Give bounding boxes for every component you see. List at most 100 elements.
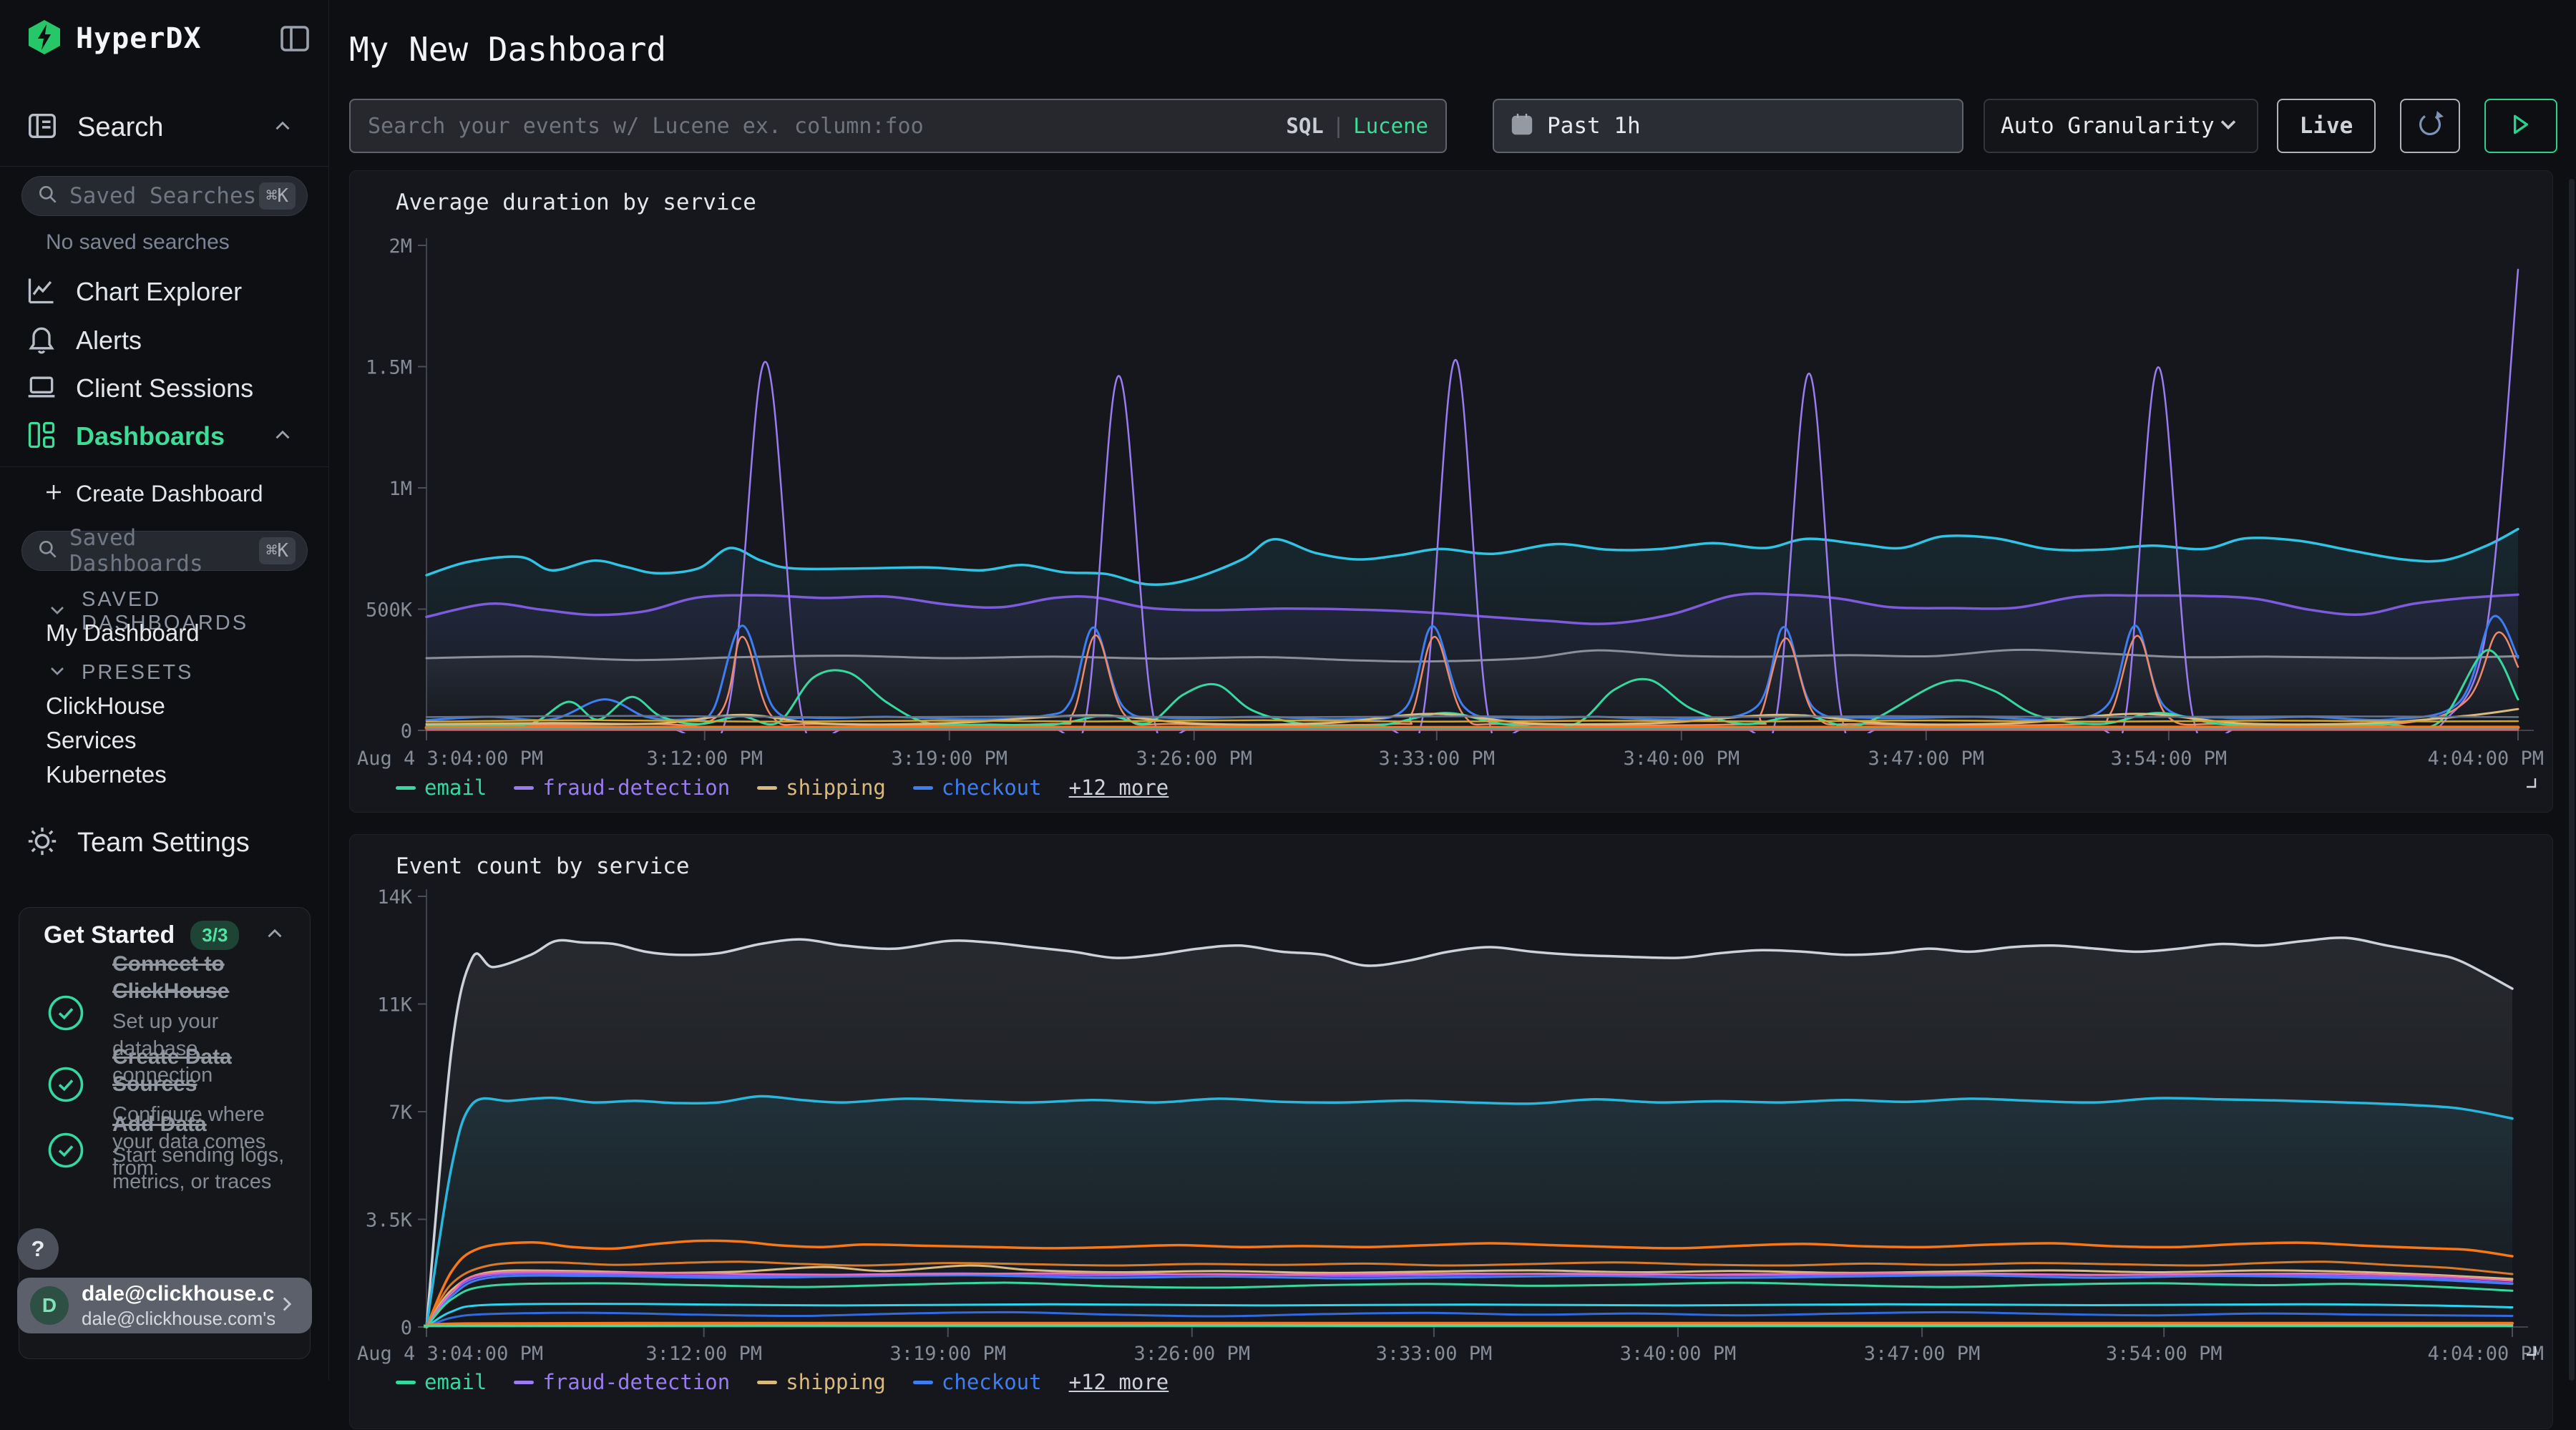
get-started-title: Get Started (44, 921, 175, 949)
event-search-input[interactable]: Search your events w/ Lucene ex. column:… (349, 99, 1447, 153)
svg-text:3:54:00 PM: 3:54:00 PM (2106, 1343, 2223, 1365)
refresh-icon (2414, 109, 2446, 143)
create-dashboard-label: Create Dashboard (76, 481, 263, 507)
refresh-button[interactable] (2400, 99, 2460, 153)
legend-label: shipping (786, 1370, 886, 1394)
sidebar-item-my-dashboard[interactable]: My Dashboard (46, 619, 200, 647)
legend-label: checkout (942, 775, 1042, 800)
chevron-down-icon (46, 660, 69, 686)
check-circle-icon (47, 994, 85, 1036)
chart-panel-event-count: 14K11K7K3.5K0Aug 4 3:04:00 PM3:12:00 PM3… (349, 834, 2553, 1429)
legend-label: shipping (786, 775, 886, 800)
checklist-item-title: Create Data Sources (112, 1044, 291, 1097)
legend-item-shipping[interactable]: shipping (757, 775, 886, 800)
sidebar-item-clickhouse[interactable]: ClickHouse (46, 692, 165, 720)
resize-handle-icon[interactable] (2525, 777, 2537, 792)
chevron-up-icon[interactable] (270, 423, 295, 451)
sidebar-item-chart-explorer[interactable]: Chart Explorer (26, 272, 312, 312)
brand-name: HyperDX (76, 22, 202, 55)
sidebar-item-client-sessions[interactable]: Client Sessions (26, 368, 312, 408)
svg-text:0: 0 (401, 1317, 412, 1339)
saved-dashboards-placeholder: Saved Dashboards (69, 525, 259, 577)
line-chart[interactable]: 2M1.5M1M500K0Aug 4 3:04:00 PM3:12:00 PM3… (350, 171, 2554, 813)
legend-more-link[interactable]: +12 more (1069, 1370, 1169, 1394)
checklist-item-desc: Start sending logs, metrics, or traces (112, 1142, 291, 1196)
search-icon (36, 183, 59, 210)
calendar-icon (1510, 112, 1534, 139)
legend-more-link[interactable]: +12 more (1069, 775, 1169, 800)
run-query-button[interactable] (2484, 99, 2557, 153)
svg-text:3.5K: 3.5K (366, 1210, 413, 1232)
sidebar-collapse-icon[interactable] (278, 21, 312, 56)
svg-text:4:04:00 PM: 4:04:00 PM (2427, 748, 2544, 770)
sidebar-item-team-settings[interactable]: Team Settings (26, 823, 312, 863)
live-button[interactable]: Live (2277, 99, 2376, 153)
legend-item-email[interactable]: email (396, 1370, 487, 1394)
chart-panel-average-duration: 2M1.5M1M500K0Aug 4 3:04:00 PM3:12:00 PM3… (349, 170, 2553, 813)
svg-text:3:12:00 PM: 3:12:00 PM (646, 748, 763, 770)
svg-text:3:47:00 PM: 3:47:00 PM (1868, 748, 1985, 770)
legend-swatch (396, 786, 416, 790)
bell-icon (26, 323, 57, 358)
page-scrollbar[interactable] (2569, 179, 2575, 1381)
time-range-picker[interactable]: Past 1h (1493, 99, 1963, 153)
sidebar-item-kubernetes[interactable]: Kubernetes (46, 761, 167, 788)
team-settings-label: Team Settings (77, 828, 250, 858)
sidebar-item-alerts[interactable]: Alerts (26, 320, 312, 361)
nav-label: Alerts (76, 325, 142, 356)
user-team: dale@clickhouse.com's (82, 1308, 275, 1330)
chart-title: Average duration by service (396, 190, 756, 215)
shortcut-badge: ⌘K (259, 182, 296, 210)
time-range-value: Past 1h (1547, 113, 1641, 139)
chevron-up-icon[interactable] (270, 114, 295, 142)
logo-row[interactable]: HyperDX (26, 19, 312, 59)
search-section-icon (26, 109, 59, 146)
chart-legend: email fraud-detection shipping checkout +12 … (396, 1370, 1169, 1394)
svg-text:14K: 14K (377, 886, 413, 909)
chevron-up-icon[interactable] (263, 921, 287, 949)
line-chart[interactable]: 14K11K7K3.5K0Aug 4 3:04:00 PM3:12:00 PM3… (350, 835, 2554, 1430)
svg-text:3:26:00 PM: 3:26:00 PM (1136, 748, 1252, 770)
nav-label: Client Sessions (76, 373, 253, 403)
legend-item-fraud-detection[interactable]: fraud-detection (514, 1370, 730, 1394)
legend-swatch (514, 1381, 534, 1384)
svg-text:3:33:00 PM: 3:33:00 PM (1376, 1343, 1493, 1365)
legend-swatch (757, 786, 777, 790)
user-menu[interactable]: D dale@clickhouse.com dale@clickhouse.co… (17, 1278, 312, 1333)
create-dashboard-button[interactable]: Create Dashboard (43, 481, 263, 507)
legend-item-fraud-detection[interactable]: fraud-detection (514, 775, 730, 800)
legend-item-email[interactable]: email (396, 775, 487, 800)
page-title: My New Dashboard (349, 30, 666, 69)
check-circle-icon (47, 1065, 85, 1107)
legend-swatch (913, 1381, 933, 1384)
section-header-label: PRESETS (82, 661, 193, 685)
shortcut-badge: ⌘K (259, 537, 296, 564)
saved-dashboards-input[interactable]: Saved Dashboards ⌘K (21, 531, 308, 571)
event-search-placeholder: Search your events w/ Lucene ex. column:… (368, 114, 1286, 139)
legend-swatch (757, 1381, 777, 1384)
svg-text:0: 0 (401, 720, 412, 743)
granularity-select[interactable]: Auto Granularity (1984, 99, 2258, 153)
checklist-item[interactable]: Add Data Start sending logs, metrics, or… (44, 1111, 287, 1196)
sidebar: HyperDX Search Saved Searches ⌘K No save… (0, 0, 329, 1381)
sidebar-item-dashboards[interactable]: Dashboards (26, 416, 312, 456)
svg-text:500K: 500K (366, 599, 413, 622)
check-circle-icon (47, 1131, 85, 1173)
chevron-down-icon (2215, 112, 2241, 140)
lucene-toggle[interactable]: Lucene (1353, 114, 1428, 138)
nav-label: Chart Explorer (76, 277, 242, 307)
sidebar-item-services[interactable]: Services (46, 727, 137, 754)
saved-searches-input[interactable]: Saved Searches ⌘K (21, 176, 308, 216)
legend-item-shipping[interactable]: shipping (757, 1370, 886, 1394)
plus-icon (43, 481, 64, 506)
hyperdx-logo-icon (26, 19, 63, 59)
resize-handle-icon[interactable] (2525, 1345, 2537, 1360)
sidebar-item-search[interactable]: Search (26, 107, 312, 147)
presets-section-header[interactable]: PRESETS (46, 660, 193, 686)
legend-item-checkout[interactable]: checkout (913, 1370, 1042, 1394)
get-started-progress-badge: 3/3 (190, 921, 239, 950)
help-button[interactable]: ? (17, 1228, 59, 1270)
svg-text:2M: 2M (389, 235, 412, 258)
legend-item-checkout[interactable]: checkout (913, 775, 1042, 800)
sql-toggle[interactable]: SQL (1286, 114, 1323, 138)
